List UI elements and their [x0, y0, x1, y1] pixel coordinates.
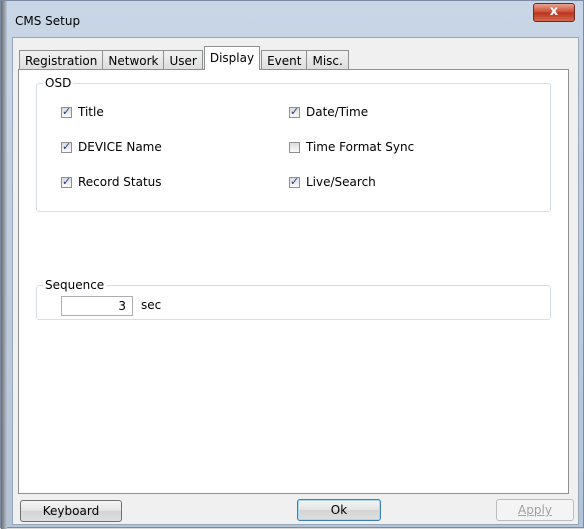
sequence-unit-label: sec [141, 298, 162, 312]
osd-group: OSD Title Date/Time DEVICE Name Time For… [36, 76, 551, 212]
apply-button[interactable]: Apply [496, 499, 574, 521]
tab-network[interactable]: Network [102, 50, 165, 70]
live-search-checkbox[interactable] [289, 175, 300, 188]
osd-record-status-option[interactable]: Record Status [61, 175, 162, 189]
apply-button-label: Apply [518, 503, 552, 517]
tab-user[interactable]: User [163, 50, 203, 70]
datetime-checkbox[interactable] [289, 105, 300, 118]
osd-live-search-option[interactable]: Live/Search [289, 175, 376, 189]
live-search-label: Live/Search [306, 175, 376, 189]
tab-display[interactable]: Display [203, 46, 261, 70]
sequence-interval-input[interactable]: 3 [61, 296, 133, 316]
tab-strip: Registration Network User Display Event … [19, 46, 349, 70]
tab-misc[interactable]: Misc. [306, 50, 349, 70]
datetime-label: Date/Time [306, 105, 369, 119]
title-checkbox[interactable] [61, 105, 72, 118]
osd-group-label: OSD [43, 76, 74, 90]
display-tab-panel: OSD Title Date/Time DEVICE Name Time For… [18, 69, 569, 494]
sequence-group-label: Sequence [43, 278, 107, 292]
window-title: CMS Setup [15, 14, 81, 28]
osd-title-option[interactable]: Title [61, 105, 104, 119]
osd-datetime-option[interactable]: Date/Time [289, 105, 368, 119]
ok-button[interactable]: Ok [297, 499, 381, 521]
device-name-label: DEVICE Name [78, 140, 162, 154]
record-status-label: Record Status [78, 175, 162, 189]
osd-time-format-sync-option[interactable]: Time Format Sync [289, 140, 414, 154]
osd-device-name-option[interactable]: DEVICE Name [61, 140, 162, 154]
tab-registration[interactable]: Registration [19, 50, 104, 70]
close-button[interactable]: x [533, 3, 575, 22]
close-icon: x [549, 4, 559, 19]
time-format-sync-label: Time Format Sync [306, 140, 415, 154]
sequence-group: Sequence 3 sec [36, 278, 551, 320]
dialog-body: Registration Network User Display Event … [12, 37, 579, 525]
time-format-sync-checkbox[interactable] [289, 141, 300, 153]
cms-setup-window: CMS Setup x Registration Network User Di… [0, 0, 584, 529]
record-status-checkbox[interactable] [61, 175, 72, 188]
keyboard-button[interactable]: Keyboard [20, 500, 122, 522]
window-edge [1, 1, 7, 529]
tab-event[interactable]: Event [261, 50, 308, 70]
device-name-checkbox[interactable] [61, 140, 72, 153]
title-label: Title [78, 105, 104, 119]
title-bar[interactable]: CMS Setup x [7, 1, 583, 35]
